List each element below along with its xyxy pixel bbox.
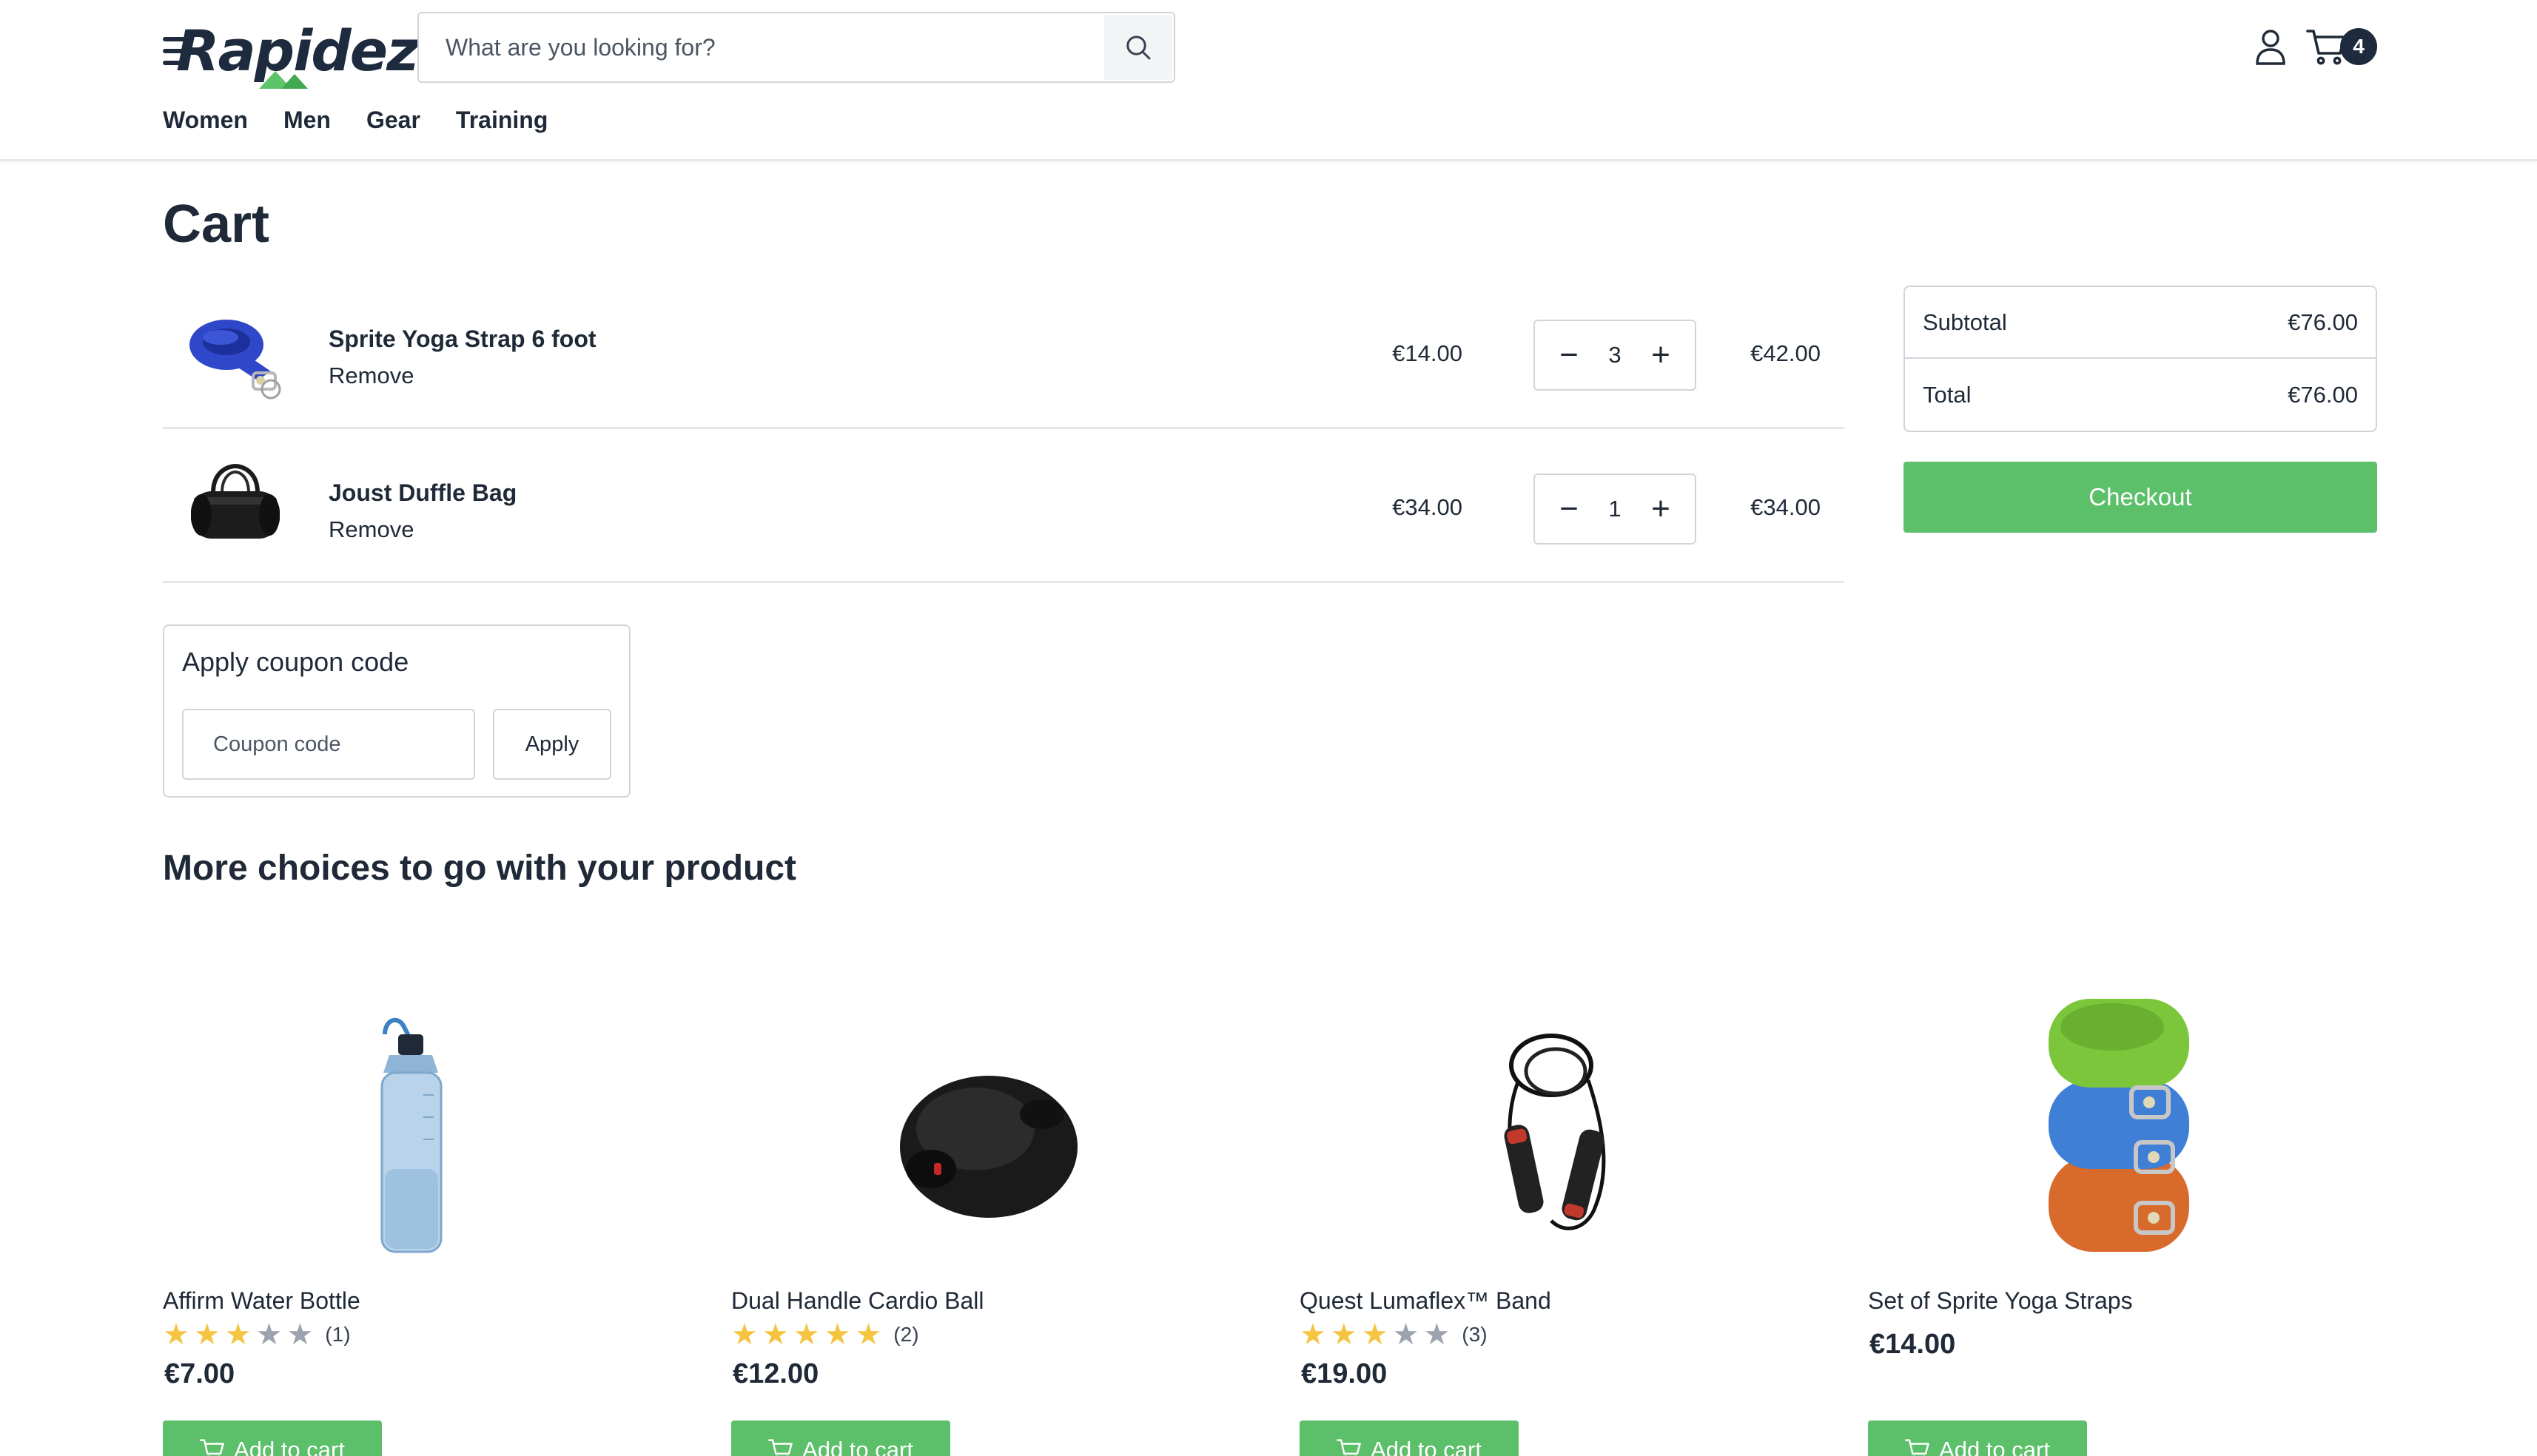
coupon-title: Apply coupon code bbox=[182, 647, 409, 677]
star-icon: ★ bbox=[224, 1318, 252, 1351]
cart-icon bbox=[1905, 1439, 1929, 1456]
add-to-cart-label: Add to cart bbox=[1939, 1437, 2050, 1456]
product-price: €19.00 bbox=[1301, 1358, 1388, 1389]
star-icon: ★ bbox=[255, 1318, 283, 1351]
nav-item-men[interactable]: Men bbox=[283, 107, 331, 134]
search-button[interactable] bbox=[1104, 15, 1172, 80]
product-price: €7.00 bbox=[164, 1358, 235, 1389]
product-price: €14.00 bbox=[1869, 1329, 1956, 1360]
add-to-cart-button[interactable]: Add to cart bbox=[1868, 1420, 2087, 1456]
star-icon: ★ bbox=[193, 1318, 221, 1351]
review-count: (3) bbox=[1462, 1323, 1488, 1346]
cart-icon bbox=[768, 1439, 793, 1456]
star-icon: ★ bbox=[1423, 1318, 1451, 1351]
increase-quantity-button[interactable]: + bbox=[1646, 493, 1676, 525]
remove-button[interactable]: Remove bbox=[329, 516, 414, 543]
product-card: Set of Sprite Yoga Straps €14.00 Add to … bbox=[1868, 962, 2379, 1456]
search-icon bbox=[1126, 36, 1151, 60]
star-icon: ★ bbox=[824, 1318, 851, 1351]
subtotal-label: Subtotal bbox=[1923, 309, 2007, 335]
product-name[interactable]: Quest Lumaflex™ Band bbox=[1300, 1287, 1551, 1315]
star-icon: ★ bbox=[855, 1318, 882, 1351]
cart-item-name[interactable]: Joust Duffle Bag bbox=[329, 479, 517, 507]
star-icon: ★ bbox=[1392, 1318, 1419, 1351]
cart-item-row: Sprite Yoga Strap 6 foot Remove €14.00 −… bbox=[163, 275, 1844, 429]
nav-item-training[interactable]: Training bbox=[456, 107, 548, 134]
logo-mountain bbox=[281, 74, 308, 89]
star-icon: ★ bbox=[1361, 1318, 1388, 1351]
product-card: Dual Handle Cardio Ball ★ ★ ★ ★ ★ (2) €1… bbox=[731, 962, 1242, 1456]
quantity-value[interactable]: 3 bbox=[1608, 342, 1621, 368]
page-title: Cart bbox=[163, 195, 270, 254]
cart-icon bbox=[1337, 1439, 1361, 1456]
cart-item-row: Joust Duffle Bag Remove €34.00 − 1 + €34… bbox=[163, 429, 1844, 583]
product-name[interactable]: Dual Handle Cardio Ball bbox=[731, 1287, 984, 1315]
product-name[interactable]: Affirm Water Bottle bbox=[163, 1287, 360, 1315]
total-value: €76.00 bbox=[2288, 381, 2358, 408]
quantity-stepper: − 1 + bbox=[1533, 473, 1696, 545]
cart-item-price: €14.00 bbox=[1392, 340, 1462, 366]
star-icon: ★ bbox=[731, 1318, 758, 1351]
main-nav: Women Men Gear Training bbox=[163, 107, 548, 134]
total-label: Total bbox=[1923, 381, 1972, 408]
decrease-quantity-button[interactable]: − bbox=[1554, 339, 1584, 371]
site-header: Rapidez 4 Women Men Gear Training bbox=[0, 0, 2537, 161]
remove-button[interactable]: Remove bbox=[329, 363, 414, 389]
checkout-button[interactable]: Checkout bbox=[1903, 462, 2377, 533]
cart-count-badge: 4 bbox=[2340, 28, 2377, 65]
subtotal-value: €76.00 bbox=[2288, 309, 2358, 335]
cart-items: Sprite Yoga Strap 6 foot Remove €14.00 −… bbox=[163, 275, 1844, 583]
search-input[interactable] bbox=[446, 13, 1097, 81]
increase-quantity-button[interactable]: + bbox=[1646, 339, 1676, 371]
add-to-cart-label: Add to cart bbox=[234, 1437, 345, 1456]
cart-item-price: €34.00 bbox=[1392, 494, 1462, 520]
apply-coupon-button[interactable]: Apply bbox=[493, 709, 611, 780]
order-summary: Subtotal €76.00 Total €76.00 bbox=[1903, 286, 2377, 432]
subtotal-row: Subtotal €76.00 bbox=[1905, 287, 2376, 359]
star-icon: ★ bbox=[163, 1318, 189, 1351]
product-card: Affirm Water Bottle ★ ★ ★ ★ ★ (1) €7.00 … bbox=[163, 962, 673, 1456]
product-name[interactable]: Set of Sprite Yoga Straps bbox=[1868, 1287, 2133, 1315]
quantity-value[interactable]: 1 bbox=[1608, 496, 1621, 522]
star-icon: ★ bbox=[762, 1318, 789, 1351]
review-count: (1) bbox=[325, 1323, 351, 1346]
review-count: (2) bbox=[893, 1323, 919, 1346]
cart-icon bbox=[200, 1439, 224, 1456]
cart-item-name[interactable]: Sprite Yoga Strap 6 foot bbox=[329, 326, 597, 353]
yoga-straps-set-image[interactable] bbox=[1868, 984, 2379, 1265]
star-icon: ★ bbox=[1330, 1318, 1357, 1351]
brand-logo[interactable]: Rapidez bbox=[163, 10, 419, 89]
cart-item-total: €34.00 bbox=[1750, 494, 1821, 520]
nav-item-gear[interactable]: Gear bbox=[366, 107, 420, 134]
decrease-quantity-button[interactable]: − bbox=[1554, 493, 1584, 525]
star-icon: ★ bbox=[1300, 1318, 1326, 1351]
star-icon: ★ bbox=[286, 1318, 314, 1351]
black-duffle-bag-image[interactable] bbox=[184, 456, 287, 547]
add-to-cart-label: Add to cart bbox=[802, 1437, 913, 1456]
coupon-code-input[interactable] bbox=[182, 709, 475, 780]
search-bar bbox=[417, 12, 1175, 83]
star-icon: ★ bbox=[793, 1318, 820, 1351]
add-to-cart-button[interactable]: Add to cart bbox=[731, 1420, 950, 1456]
product-card: Quest Lumaflex™ Band ★ ★ ★ ★ ★ (3) €19.0… bbox=[1300, 962, 1810, 1456]
nav-item-women[interactable]: Women bbox=[163, 107, 248, 134]
rating-stars: ★ ★ ★ ★ ★ (3) bbox=[1300, 1320, 1488, 1349]
coupon-box: Apply coupon code Apply bbox=[163, 624, 631, 798]
add-to-cart-button[interactable]: Add to cart bbox=[1300, 1420, 1519, 1456]
quantity-stepper: − 3 + bbox=[1533, 320, 1696, 391]
recommendations-title: More choices to go with your product bbox=[163, 849, 797, 888]
rating-stars: ★ ★ ★ ★ ★ (2) bbox=[731, 1320, 919, 1349]
rating-stars: ★ ★ ★ ★ ★ (1) bbox=[163, 1320, 351, 1349]
water-bottle-image[interactable] bbox=[163, 984, 673, 1265]
total-row: Total €76.00 bbox=[1905, 359, 2376, 431]
jump-rope-image[interactable] bbox=[1300, 984, 1810, 1265]
cardio-ball-image[interactable] bbox=[731, 984, 1242, 1265]
blue-yoga-strap-image[interactable] bbox=[184, 309, 287, 401]
cart-item-total: €42.00 bbox=[1750, 340, 1821, 366]
add-to-cart-label: Add to cart bbox=[1371, 1437, 1482, 1456]
user-icon[interactable] bbox=[2253, 28, 2288, 67]
add-to-cart-button[interactable]: Add to cart bbox=[163, 1420, 382, 1456]
product-price: €12.00 bbox=[733, 1358, 819, 1389]
